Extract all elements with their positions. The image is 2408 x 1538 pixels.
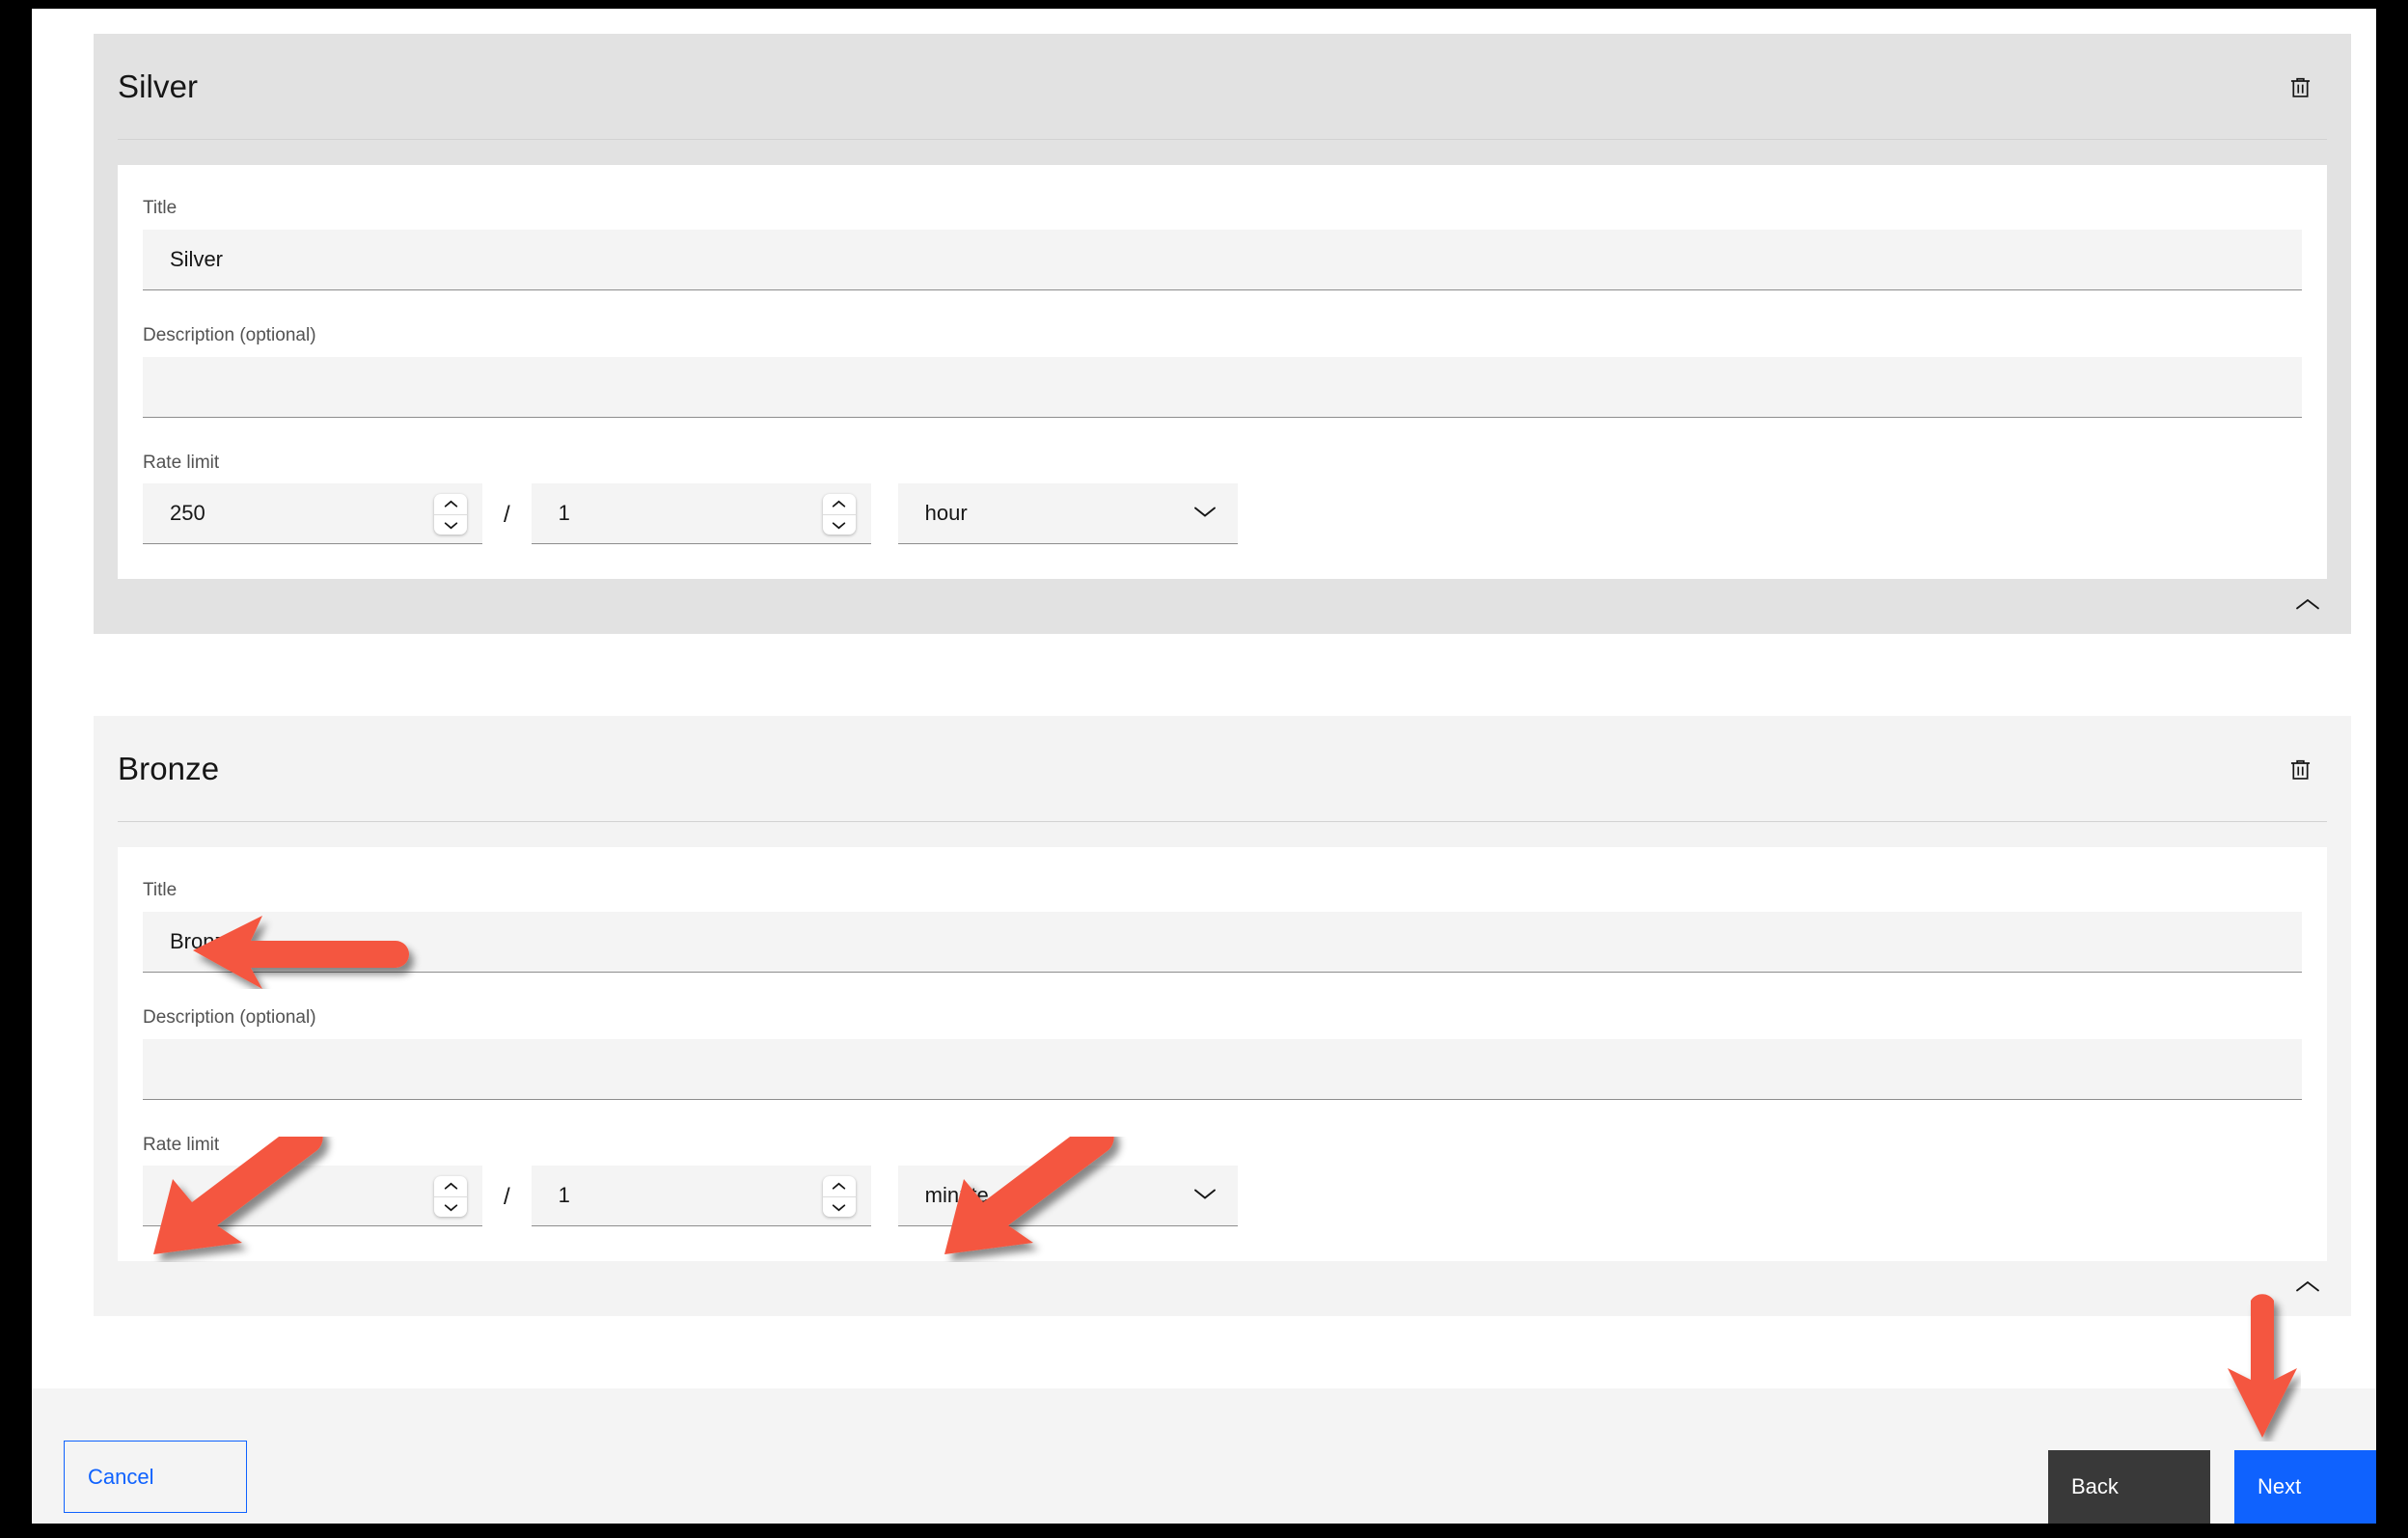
chevron-down-icon <box>832 1204 846 1211</box>
rate-limit-count-input-silver[interactable] <box>143 483 482 545</box>
title-input-bronze[interactable] <box>143 911 2302 973</box>
rate-limit-per-wrap-bronze <box>531 1166 871 1227</box>
rate-limit-row-silver: / <box>143 483 2302 545</box>
collapse-row-silver <box>95 579 2350 633</box>
delete-tier-bronze-button[interactable] <box>2277 746 2323 792</box>
trash-icon <box>2290 77 2310 97</box>
stepper-down-silver[interactable] <box>434 513 467 536</box>
rate-limit-label-bronze: Rate limit <box>143 1134 220 1155</box>
wizard-page: Silver Title Silver Description (optiona… <box>32 9 2376 1524</box>
per-stepper-down-silver[interactable] <box>822 513 856 536</box>
rate-limit-label-silver: Rate limit <box>143 452 220 473</box>
rate-limit-group-silver: Rate limit 250 / 1 hour <box>143 453 2302 545</box>
description-field-group-bronze: Description (optional) <box>143 1007 2302 1100</box>
tier-title-bronze: Bronze <box>118 751 220 786</box>
tier-header-bronze: Bronze <box>95 717 2350 821</box>
back-button[interactable]: Back <box>2048 1450 2210 1524</box>
stepper-up-bronze[interactable] <box>434 1176 467 1196</box>
chevron-down-icon <box>444 1204 457 1211</box>
chevron-up-icon <box>2296 1280 2319 1292</box>
rate-limit-per-stepper-bronze[interactable] <box>822 1176 856 1218</box>
rate-limit-count-input-bronze[interactable] <box>143 1166 482 1227</box>
rate-limit-per-stepper-silver[interactable] <box>822 494 856 536</box>
screen-frame: Silver Title Silver Description (optiona… <box>0 0 2408 1538</box>
collapse-tier-bronze-button[interactable] <box>2285 1265 2331 1307</box>
rate-limit-separator-bronze: / <box>504 1184 510 1211</box>
tier-form-bronze: Title Description (optional) Rate limit <box>118 847 2327 1262</box>
stepper-up-silver[interactable] <box>434 494 467 514</box>
title-field-group-silver: Title <box>143 198 2302 290</box>
wizard-footer <box>32 1388 2376 1524</box>
collapse-row-bronze <box>95 1261 2350 1315</box>
description-input-bronze[interactable] <box>143 1038 2302 1100</box>
title-label-bronze: Title <box>143 880 178 900</box>
rate-limit-per-input-bronze[interactable] <box>531 1166 871 1227</box>
collapse-tier-silver-button[interactable] <box>2285 583 2331 625</box>
title-input-silver[interactable] <box>143 229 2302 290</box>
chevron-up-icon <box>444 1182 457 1190</box>
description-input-silver[interactable] <box>143 356 2302 418</box>
rate-limit-separator-silver: / <box>504 502 510 529</box>
description-label-silver: Description (optional) <box>143 324 316 345</box>
trash-icon <box>2290 759 2310 780</box>
per-stepper-up-bronze[interactable] <box>823 1176 856 1196</box>
rate-limit-row-bronze: / <box>143 1166 2302 1227</box>
tier-header-silver: Silver <box>95 35 2350 139</box>
rate-limit-unit-select-bronze[interactable]: minute <box>897 1166 1238 1227</box>
cancel-button[interactable]: Cancel <box>64 1441 247 1513</box>
tier-body-bronze: Title Description (optional) Rate limit <box>95 822 2350 1262</box>
tier-list: Silver Title Silver Description (optiona… <box>32 9 2351 1388</box>
per-stepper-down-bronze[interactable] <box>822 1195 856 1218</box>
tier-card-silver: Silver Title Silver Description (optiona… <box>94 34 2351 635</box>
chevron-down-icon <box>444 522 457 529</box>
tier-body-silver: Title Description (optional) Rate limit <box>95 140 2350 580</box>
rate-limit-count-wrap-silver <box>143 483 482 545</box>
title-field-group-bronze: Title <box>143 880 2302 973</box>
title-label-silver: Title <box>143 198 178 218</box>
rate-limit-unit-select-silver[interactable]: hour <box>897 483 1238 545</box>
tier-card-bronze: Bronze Title Bronze Description (optiona… <box>94 716 2351 1317</box>
description-label-bronze: Description (optional) <box>143 1006 316 1028</box>
chevron-up-icon <box>2296 598 2319 610</box>
delete-tier-silver-button[interactable] <box>2277 64 2323 110</box>
stepper-down-bronze[interactable] <box>434 1195 467 1218</box>
next-button[interactable]: Next <box>2234 1450 2376 1524</box>
rate-limit-unit-wrap-silver: hour <box>897 483 1238 545</box>
chevron-up-icon <box>832 1182 846 1190</box>
rate-limit-unit-wrap-bronze: minute <box>897 1166 1238 1227</box>
rate-limit-count-stepper-bronze[interactable] <box>434 1176 467 1218</box>
tier-title-silver: Silver <box>118 69 199 104</box>
rate-limit-per-input-silver[interactable] <box>531 483 871 545</box>
rate-limit-per-wrap-silver <box>531 483 871 545</box>
rate-limit-group-bronze: Rate limit 2 / 1 minute <box>143 1135 2302 1227</box>
rate-limit-count-wrap-bronze <box>143 1166 482 1227</box>
chevron-up-icon <box>832 500 846 508</box>
tier-form-silver: Title Description (optional) Rate limit <box>118 165 2327 580</box>
description-field-group-silver: Description (optional) <box>143 325 2302 418</box>
chevron-up-icon <box>444 500 457 508</box>
rate-limit-count-stepper-silver[interactable] <box>434 494 467 536</box>
chevron-down-icon <box>832 522 846 529</box>
per-stepper-up-silver[interactable] <box>823 494 856 514</box>
